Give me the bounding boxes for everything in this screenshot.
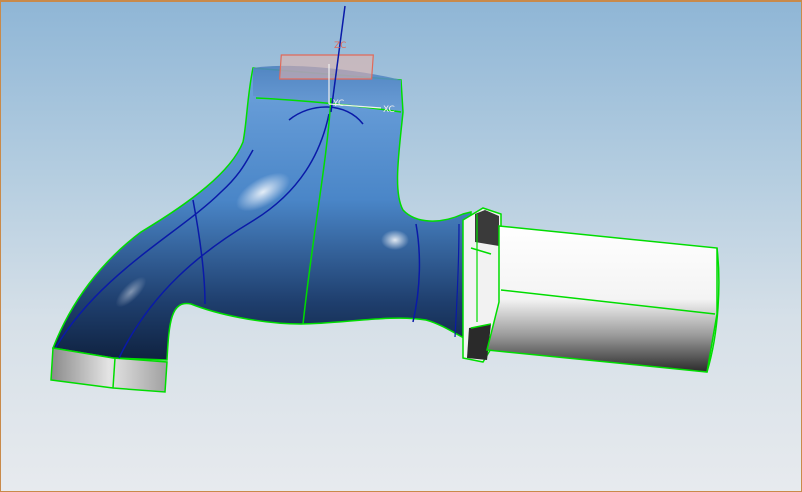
- wcs-marker: [278, 54, 374, 80]
- xc-label: XC: [383, 105, 395, 115]
- inlet-pipe[interactable]: [486, 225, 718, 373]
- hex-nut-face-dark-bottom: [467, 324, 491, 360]
- hex-nut-face-dark-top: [475, 210, 499, 246]
- zc-label: ZC: [334, 41, 346, 51]
- graphics-viewport[interactable]: ZC YC XC: [0, 0, 802, 492]
- yc-label: YC: [332, 99, 344, 109]
- body-highlight: [381, 230, 409, 250]
- faucet-model-scene[interactable]: ZC YC XC: [1, 2, 801, 491]
